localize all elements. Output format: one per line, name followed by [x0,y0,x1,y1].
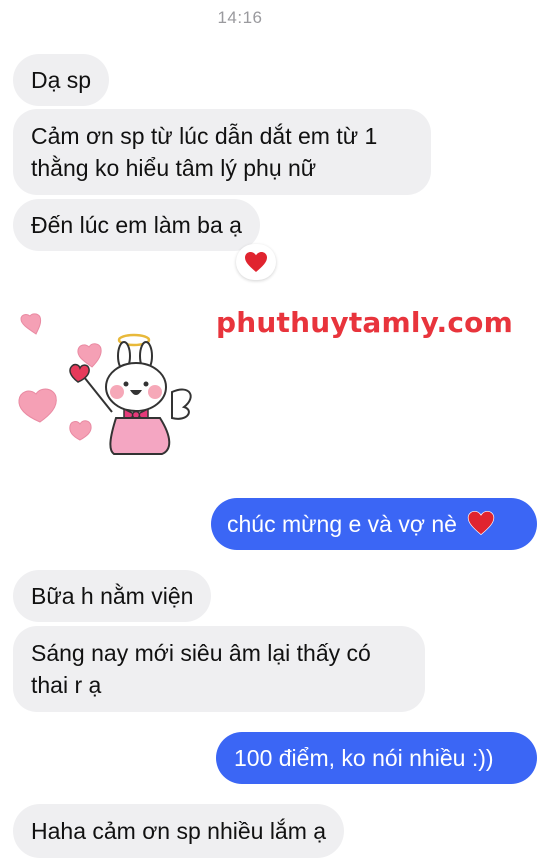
message-text: 100 điểm, ko nói nhiều :)) [234,745,494,771]
message-text-line: Cảm ơn sp từ lúc dẫn dắt em từ 1 [31,123,378,149]
bunny-sticker-icon [18,313,192,455]
message-text: chúc mừng e và vợ nè [227,511,457,537]
message-bubble-incoming[interactable]: Đến lúc em làm ba ạ [13,199,260,251]
heart-shape [77,343,102,368]
message-text-line: Sáng nay mới siêu âm lại thấy có [31,640,371,666]
heart-shape [18,388,57,423]
heart-shape [20,313,42,335]
reaction-badge[interactable] [236,244,276,280]
heart-icon [245,252,267,272]
message-bubble-incoming[interactable]: Haha cảm ơn sp nhiều lắm ạ [13,804,345,858]
message-text-line: thằng ko hiểu tâm lý phụ nữ [31,155,317,181]
message-bubble-incoming[interactable]: Sáng nay mới siêu âm lại thấy có thai r … [13,626,425,712]
message-text: Haha cảm ơn sp nhiều lắm ạ [31,818,327,844]
sticker-angel-bunny[interactable] [12,312,212,462]
message-bubble-outgoing[interactable]: chúc mừng e và vợ nè [211,498,537,550]
message-bubble-incoming[interactable]: Cảm ơn sp từ lúc dẫn dắt em từ 1 thằng k… [13,109,431,195]
watermark-text: phuthuytamly.com [216,306,513,339]
message-text-line: thai r ạ [31,672,102,698]
message-bubble-incoming[interactable]: Dạ sp [13,54,110,106]
message-text: Dạ sp [31,67,92,93]
timestamp: 14:16 [217,8,263,27]
message-text: Bữa h nằm viện [31,583,194,609]
heart-emoji-icon [467,510,495,544]
heart-shape [69,420,92,441]
message-bubble-outgoing[interactable]: 100 điểm, ko nói nhiều :)) [216,732,537,784]
message-text: Đến lúc em làm ba ạ [31,212,242,238]
message-bubble-incoming[interactable]: Bữa h nằm viện [13,570,212,622]
